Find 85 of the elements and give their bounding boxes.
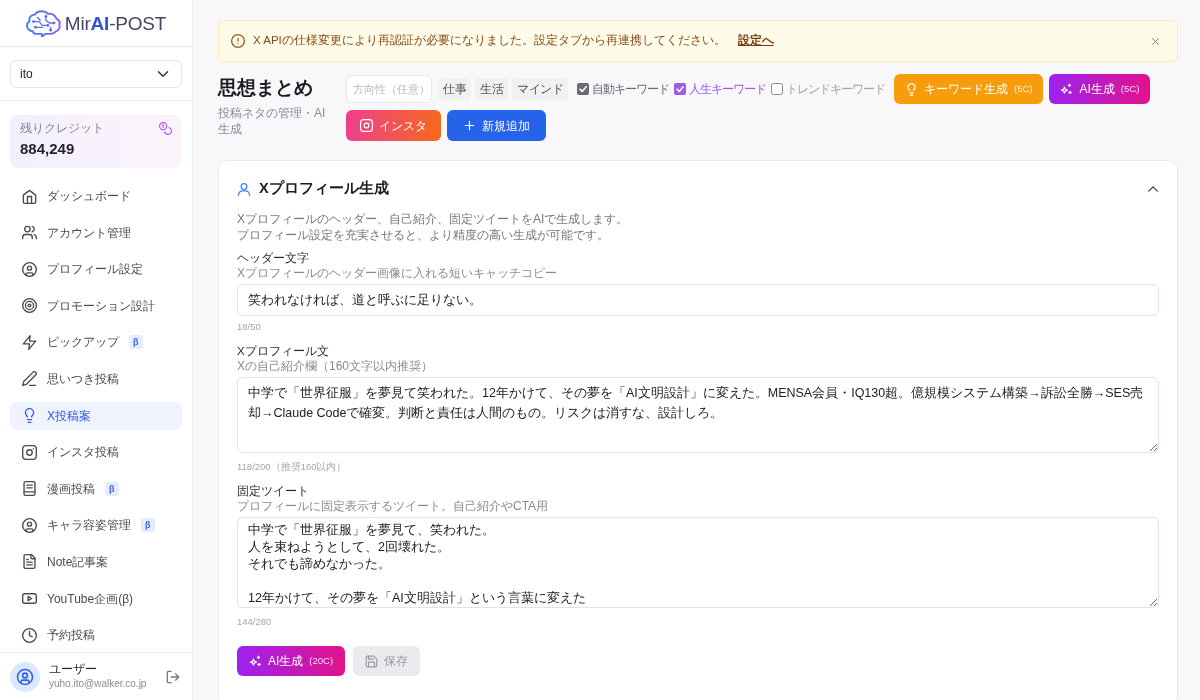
field-hint: Xの自己紹介欄（160文字以内推奨）: [237, 359, 435, 374]
avatar-icon: [10, 661, 40, 692]
sidebar-item[interactable]: アカウント管理: [10, 218, 182, 247]
sidebar-item[interactable]: ダッシュボード: [10, 182, 182, 210]
text-line: 12年かけて、その夢を「AI文明設計」という言葉に変えた: [248, 590, 587, 607]
field-label: 固定ツイート: [237, 484, 310, 499]
lightbulb-icon: [905, 82, 918, 96]
target-icon: [22, 298, 37, 314]
field-hint: プロフィールに固定表示するツイート。自己紹介やCTA用: [237, 499, 550, 514]
sidebar-item[interactable]: 予約投稿: [10, 621, 182, 650]
text-input[interactable]: 笑われなければ、道と呼ぶに足りない。: [237, 284, 1159, 316]
save-icon: [365, 654, 379, 668]
text-line: 人を束ねようとして、2回壊れた。: [248, 539, 451, 556]
checkbox[interactable]: [771, 83, 783, 95]
text-area[interactable]: 中学で「世界征服」を夢見て、笑われた。 人を束ねようとして、2回壊れた。 それでも諦めなかった。 12年かけて、その夢を「AI文明設計」という言葉に変えた: [237, 517, 1159, 608]
character-counter: 118/200（推奨160以内）: [237, 460, 348, 473]
sidebar-item[interactable]: YouTube企画(β): [10, 584, 182, 613]
settings-link[interactable]: 設定へ: [737, 32, 774, 50]
brain-logo-icon: [25, 9, 62, 37]
logo-text: MirAI-POST: [64, 13, 167, 33]
field-label: ヘッダー文字: [237, 251, 310, 266]
filter-chip[interactable]: 生活: [475, 78, 508, 100]
page-title: 思想まとめ: [218, 76, 314, 100]
text-line: 中学で「世界征服」を夢見て、笑われた。: [248, 522, 496, 539]
sidebar-item[interactable]: プロフィール設定: [10, 255, 182, 284]
ai-generate-button[interactable]: AI生成 (20C): [237, 646, 346, 676]
sidebar-item[interactable]: インスタ投稿: [10, 438, 182, 467]
direction-field[interactable]: 方向性（任意）: [346, 75, 432, 103]
field-label: Xプロフィール文: [237, 344, 330, 359]
people-icon: [22, 225, 37, 241]
ai-generate-button[interactable]: AI生成 (5C): [1049, 74, 1151, 104]
card-description: プロフィール設定を充実させると、より精度の高い生成が可能です。: [237, 227, 610, 243]
account-select[interactable]: ito: [10, 60, 182, 88]
coins-icon: [159, 121, 172, 135]
camera-icon: [360, 119, 373, 132]
plus-icon: [463, 119, 476, 132]
filter-chip[interactable]: 仕事: [438, 78, 471, 100]
credit-amount: 884,249: [20, 139, 76, 159]
lightbulb-icon: [22, 408, 37, 424]
person-circle-icon: [22, 517, 37, 533]
chevron-up-icon[interactable]: [1147, 183, 1159, 195]
camera-icon: [22, 444, 37, 460]
lightning-icon: [22, 334, 37, 350]
credit-label: 残りクレジット: [20, 120, 104, 136]
page-subtitle: 投稿ネタの管理・AI生成: [218, 105, 327, 137]
sidebar-item[interactable]: プロモーション設計: [10, 291, 182, 320]
sidebar-item[interactable]: キャラ容姿管理 β: [10, 511, 182, 540]
character-counter: 18/50: [237, 320, 262, 333]
document-icon: [22, 554, 37, 570]
checkbox-label: トレンドキーワード: [786, 81, 885, 97]
sidebar-item[interactable]: 漫画投稿 β: [10, 474, 182, 503]
checkbox-label: 自動キーワード: [592, 81, 669, 97]
close-icon[interactable]: [1150, 35, 1161, 47]
filter-chip[interactable]: マインド: [512, 78, 568, 100]
sidebar-item[interactable]: ピックアップ β: [10, 328, 182, 357]
character-counter: 144/280: [237, 615, 273, 628]
sidebar-item[interactable]: Note記事案: [10, 547, 182, 576]
beta-badge: β: [141, 518, 155, 533]
logout-icon[interactable]: [166, 669, 180, 684]
sidebar-item[interactable]: 思いつき投稿: [10, 364, 182, 393]
sparkles-icon: [249, 654, 262, 668]
card-description: Xプロフィールのヘッダー、自己紹介、固定ツイートをAIで生成します。: [237, 211, 630, 227]
alert-message: X APIの仕様変更により再認証が必要になりました。設定タブから再連携してください。: [253, 33, 726, 49]
sidebar-item[interactable]: X投稿案: [10, 401, 182, 430]
notebook-icon: [22, 481, 37, 497]
play-icon: [22, 591, 37, 607]
text-line: それでも諦めなかった。: [248, 556, 392, 573]
pencil-icon: [22, 371, 37, 387]
add-new-button[interactable]: 新規追加: [447, 110, 546, 141]
checkbox[interactable]: [577, 83, 589, 95]
card-title: Xプロフィール生成: [259, 179, 389, 199]
person-icon: [237, 182, 251, 196]
house-icon: [22, 188, 37, 204]
text-area[interactable]: 中学で「世界征服」を夢見て笑われた。12年かけて、その夢を「AI文明設計」に変えた。MENSA会員・IQ130超。億規模システム構築→訴訟全勝→SES売却→Claude Codeで確変。判断と責任は人間のもの。リスクは消すな、設計しろ。: [237, 377, 1159, 453]
person-circle-icon: [22, 261, 37, 277]
checkbox[interactable]: [674, 83, 686, 95]
user-name: ユーザー: [49, 662, 98, 677]
exclamation-circle-icon: [231, 34, 245, 48]
sparkles-icon: [1060, 82, 1074, 96]
checkbox-label: 人生キーワード: [689, 81, 766, 97]
beta-badge: β: [129, 335, 143, 350]
user-email: yuho.ito@walker.co.jp: [49, 677, 147, 691]
field-hint: Xプロフィールのヘッダー画像に入れる短いキャッチコピー: [237, 266, 558, 281]
beta-badge: β: [105, 481, 119, 496]
clock-icon: [22, 627, 37, 643]
